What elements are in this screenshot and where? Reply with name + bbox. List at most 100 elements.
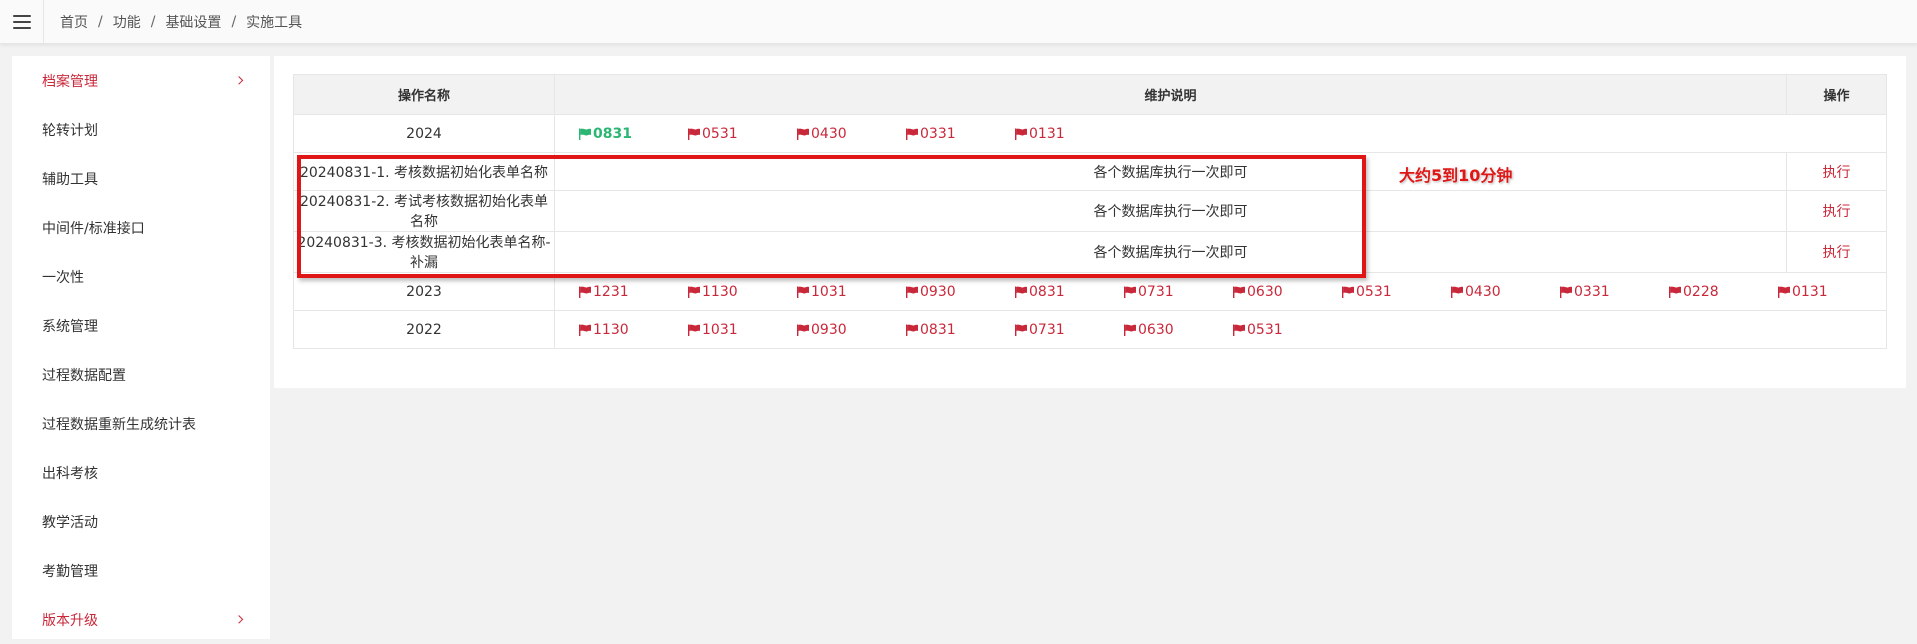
- flag-label: 0831: [1029, 283, 1065, 300]
- chevron-right-icon: [234, 614, 244, 624]
- sidebar-item-regenerate-stats[interactable]: 过程数据重新生成统计表: [12, 399, 270, 448]
- flag-icon: [1014, 128, 1028, 140]
- sidebar-item-system-management[interactable]: 系统管理: [12, 301, 270, 350]
- sidebar-item-aux-tools[interactable]: 辅助工具: [12, 154, 270, 203]
- breadcrumb-function[interactable]: 功能: [113, 12, 141, 32]
- version-flag-link[interactable]: 0531: [687, 126, 796, 142]
- flag-icon: [1777, 286, 1791, 298]
- table-header-row: 操作名称 维护说明 操作: [293, 74, 1887, 115]
- breadcrumb-separator: /: [98, 13, 103, 30]
- execute-button[interactable]: 执行: [1823, 165, 1851, 181]
- task-description: 各个数据库执行一次即可: [554, 152, 1787, 191]
- flag-label: 0630: [1247, 283, 1283, 300]
- sidebar-item-label: 过程数据重新生成统计表: [42, 416, 196, 433]
- flag-list: 1231 1130 1031 0930 0831 0731 0630 0531 0430 0331…: [555, 284, 1886, 300]
- flag-label: 0331: [1574, 283, 1610, 300]
- flag-label: 0430: [1465, 283, 1501, 300]
- version-flag-link[interactable]: 0831: [578, 126, 687, 142]
- flag-icon: [1123, 286, 1137, 298]
- version-flag-link[interactable]: 1130: [578, 322, 687, 338]
- operations-table: 操作名称 维护说明 操作 2024 0831 0531 0430 0331 0131 2…: [293, 74, 1887, 349]
- task-description: 各个数据库执行一次即可: [554, 231, 1787, 273]
- sidebar-item-exit-assessment[interactable]: 出科考核: [12, 448, 270, 497]
- version-flag-link[interactable]: 0131: [1014, 126, 1123, 142]
- menu-toggle-button[interactable]: [0, 0, 44, 43]
- flag-icon: [578, 324, 592, 336]
- task-action-cell: 执行: [1786, 231, 1887, 273]
- flag-label: 0731: [1029, 321, 1065, 338]
- version-flag-link[interactable]: 0531: [1341, 284, 1450, 300]
- flag-icon: [1559, 286, 1573, 298]
- sidebar-item-teaching-activity[interactable]: 教学活动: [12, 497, 270, 546]
- version-flag-link[interactable]: 0131: [1777, 284, 1886, 300]
- task-name: 20240831-2. 考试考核数据初始化表单名称: [293, 190, 555, 232]
- flag-icon: [1668, 286, 1682, 298]
- sidebar-item-one-time[interactable]: 一次性: [12, 252, 270, 301]
- table-row-year-2023: 2023 1231 1130 1031 0930 0831 0731 0630 0531 043…: [293, 272, 1887, 311]
- header-operation-name: 操作名称: [293, 74, 555, 115]
- version-flag-link[interactable]: 1031: [687, 322, 796, 338]
- flag-label: 1231: [593, 283, 629, 300]
- version-flags-cell: 1130 1031 0930 0831 0731 0630 0531: [554, 310, 1887, 349]
- execute-button[interactable]: 执行: [1823, 245, 1851, 261]
- breadcrumb-home[interactable]: 首页: [60, 12, 88, 32]
- table-row: 20240831-2. 考试考核数据初始化表单名称 各个数据库执行一次即可 执行: [293, 190, 1887, 232]
- table-row: 20240831-3. 考核数据初始化表单名称-补漏 各个数据库执行一次即可 执…: [293, 231, 1887, 273]
- flag-icon: [1123, 324, 1137, 336]
- flag-icon: [1232, 286, 1246, 298]
- version-flag-link[interactable]: 0930: [905, 284, 1014, 300]
- version-flag-link[interactable]: 1031: [796, 284, 905, 300]
- task-name: 20240831-1. 考核数据初始化表单名称: [293, 152, 555, 191]
- sidebar-item-middleware[interactable]: 中间件/标准接口: [12, 203, 270, 252]
- version-flag-link[interactable]: 0630: [1123, 322, 1232, 338]
- version-flag-link[interactable]: 0630: [1232, 284, 1341, 300]
- version-flag-link[interactable]: 0331: [905, 126, 1014, 142]
- header-operation: 操作: [1786, 74, 1887, 115]
- sidebar-item-rotation-plan[interactable]: 轮转计划: [12, 105, 270, 154]
- sidebar-item-label: 版本升级: [42, 612, 98, 629]
- version-flag-link[interactable]: 0531: [1232, 322, 1341, 338]
- table-row-year-2022: 2022 1130 1031 0930 0831 0731 0630 0531: [293, 310, 1887, 349]
- sidebar-item-label: 系统管理: [42, 318, 98, 335]
- flag-icon: [796, 324, 810, 336]
- sidebar-item-label: 出科考核: [42, 465, 98, 482]
- flag-icon: [687, 128, 701, 140]
- breadcrumb: 首页 / 功能 / 基础设置 / 实施工具: [60, 0, 302, 43]
- breadcrumb-basic-settings[interactable]: 基础设置: [165, 12, 221, 32]
- flag-label: 0430: [811, 125, 847, 142]
- sidebar-item-label: 中间件/标准接口: [42, 220, 145, 237]
- task-action-cell: 执行: [1786, 190, 1887, 232]
- version-flag-link[interactable]: 0831: [905, 322, 1014, 338]
- sidebar-item-label: 档案管理: [42, 73, 98, 90]
- execute-button[interactable]: 执行: [1823, 204, 1851, 220]
- sidebar-item-version-upgrade[interactable]: 版本升级: [12, 595, 270, 644]
- sidebar-item-archive[interactable]: 档案管理: [12, 56, 270, 105]
- flag-label: 0228: [1683, 283, 1719, 300]
- header-maintenance-notes: 维护说明: [554, 74, 1787, 115]
- version-flag-link[interactable]: 0430: [1450, 284, 1559, 300]
- sidebar-item-label: 一次性: [42, 269, 84, 286]
- version-flag-link[interactable]: 0228: [1668, 284, 1777, 300]
- top-header: 首页 / 功能 / 基础设置 / 实施工具: [0, 0, 1917, 44]
- sidebar-item-attendance[interactable]: 考勤管理: [12, 546, 270, 595]
- task-description: 各个数据库执行一次即可: [554, 190, 1787, 232]
- task-action-cell: 执行: [1786, 152, 1887, 191]
- flag-label: 0731: [1138, 283, 1174, 300]
- flag-label: 1031: [811, 283, 847, 300]
- flag-list: 0831 0531 0430 0331 0131: [555, 126, 1886, 142]
- flag-icon: [796, 128, 810, 140]
- version-flag-link[interactable]: 0731: [1014, 322, 1123, 338]
- sidebar-item-process-data-config[interactable]: 过程数据配置: [12, 350, 270, 399]
- flag-label: 0331: [920, 125, 956, 142]
- flag-label: 1130: [702, 283, 738, 300]
- version-flag-link[interactable]: 1130: [687, 284, 796, 300]
- version-flag-link[interactable]: 0831: [1014, 284, 1123, 300]
- version-flag-link[interactable]: 0331: [1559, 284, 1668, 300]
- version-flag-link[interactable]: 1231: [578, 284, 687, 300]
- version-flag-link[interactable]: 0731: [1123, 284, 1232, 300]
- sidebar-item-label: 轮转计划: [42, 122, 98, 139]
- sidebar: 档案管理 轮转计划 辅助工具 中间件/标准接口 一次性 系统管理 过程数据配置 …: [12, 56, 270, 639]
- version-flag-link[interactable]: 0930: [796, 322, 905, 338]
- version-flags-cell: 0831 0531 0430 0331 0131: [554, 114, 1887, 153]
- version-flag-link[interactable]: 0430: [796, 126, 905, 142]
